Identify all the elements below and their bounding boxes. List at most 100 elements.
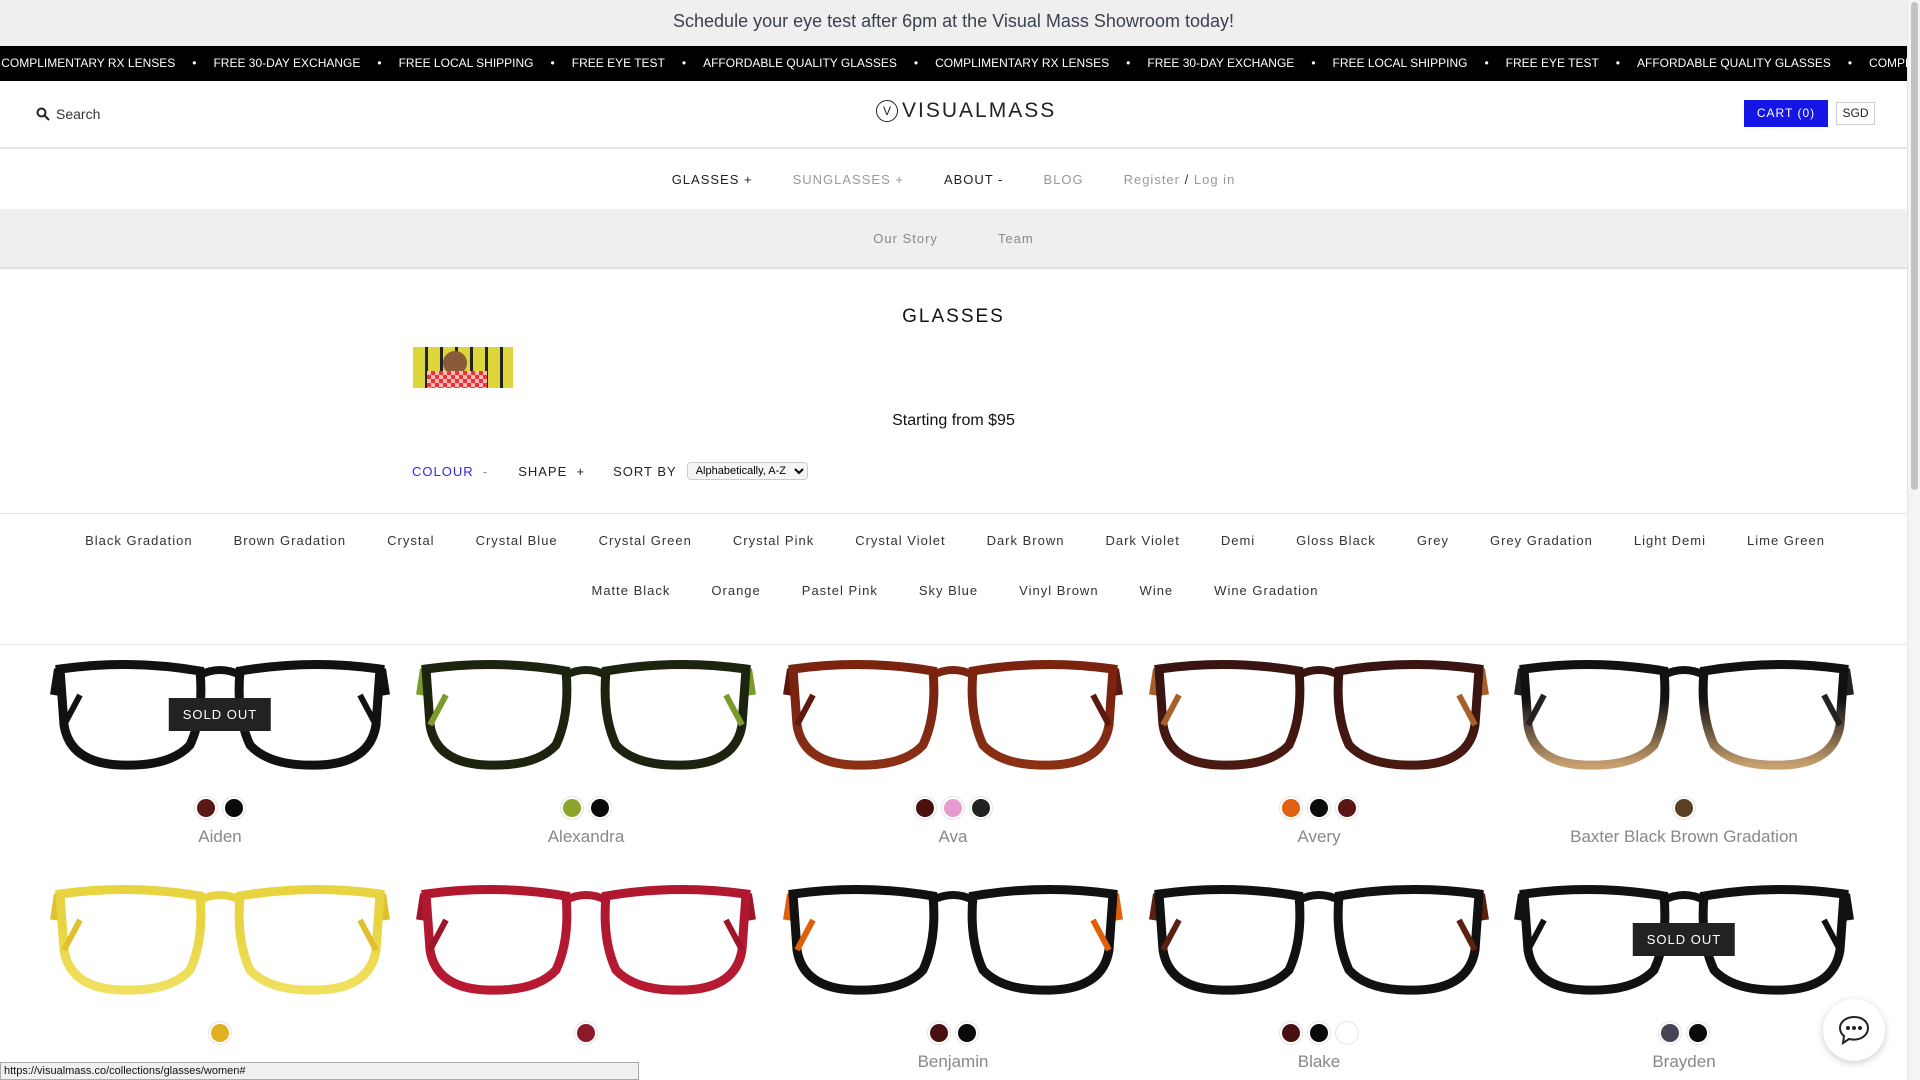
chat-button[interactable] xyxy=(1823,999,1885,1061)
product-card[interactable]: Baxter Black Brown Gradation xyxy=(1501,655,1867,847)
nav-sunglasses[interactable]: SUNGLASSES + xyxy=(793,172,904,187)
colour-option[interactable]: Wine xyxy=(1140,580,1174,602)
ticker-item: FREE EYE TEST xyxy=(1505,56,1599,70)
colour-swatch[interactable] xyxy=(589,797,611,819)
product-card[interactable]: Benjamin xyxy=(770,880,1136,1072)
swatch-list xyxy=(1501,797,1867,819)
subnav-team[interactable]: Team xyxy=(998,231,1034,246)
colour-swatch[interactable] xyxy=(970,797,992,819)
nav-about[interactable]: ABOUT - xyxy=(944,172,1004,187)
colour-swatch[interactable] xyxy=(956,1022,978,1044)
glasses-image[interactable] xyxy=(1149,655,1489,773)
product-card[interactable]: Alexandra xyxy=(403,655,769,847)
colour-swatch[interactable] xyxy=(575,1022,597,1044)
colour-option[interactable]: Lime Green xyxy=(1747,530,1825,552)
scrollbar-thumb[interactable] xyxy=(1911,2,1918,490)
glasses-image[interactable] xyxy=(416,880,756,998)
sort-select[interactable]: Alphabetically, A-Z xyxy=(686,462,808,480)
product-card[interactable] xyxy=(37,880,403,1052)
shape-label: SHAPE xyxy=(518,463,568,479)
colour-swatch[interactable] xyxy=(1280,1022,1302,1044)
colour-swatch[interactable] xyxy=(1687,1022,1709,1044)
colour-option[interactable]: Dark Brown xyxy=(987,530,1065,552)
product-name[interactable]: Alexandra xyxy=(403,827,769,847)
register-link[interactable]: Register xyxy=(1124,172,1180,187)
colour-option[interactable]: Grey Gradation xyxy=(1490,530,1593,552)
colour-option[interactable]: Vinyl Brown xyxy=(1019,580,1098,602)
colour-swatch[interactable] xyxy=(223,797,245,819)
product-name[interactable]: Blake xyxy=(1136,1052,1502,1072)
colour-option[interactable]: Pastel Pink xyxy=(802,580,878,602)
glasses-image[interactable] xyxy=(1149,880,1489,998)
colour-option[interactable]: Grey xyxy=(1417,530,1449,552)
shape-filter[interactable]: SHAPE + xyxy=(518,464,585,479)
glasses-image[interactable] xyxy=(416,655,756,773)
colour-option[interactable]: Sky Blue xyxy=(919,580,978,602)
colour-swatch[interactable] xyxy=(1308,1022,1330,1044)
product-name[interactable]: Avery xyxy=(1136,827,1502,847)
swatch-list xyxy=(37,797,403,819)
product-card[interactable]: SOLD OUT Aiden xyxy=(37,655,403,847)
colour-swatch[interactable] xyxy=(195,797,217,819)
product-name[interactable]: Benjamin xyxy=(770,1052,1136,1072)
colour-option[interactable]: Crystal Blue xyxy=(476,530,558,552)
colour-option[interactable]: Crystal xyxy=(387,530,434,552)
product-name[interactable]: Aiden xyxy=(37,827,403,847)
product-card[interactable]: Ava xyxy=(770,655,1136,847)
swatch-list xyxy=(1136,1022,1502,1044)
currency-select[interactable]: SGD xyxy=(1836,102,1875,125)
logo-v-icon: V xyxy=(876,100,898,122)
colour-option[interactable]: Dark Violet xyxy=(1105,530,1179,552)
product-card[interactable]: Blake xyxy=(1136,880,1502,1072)
colour-toggle: - xyxy=(482,463,489,479)
product-card[interactable]: SOLD OUT Brayden xyxy=(1501,880,1867,1072)
login-link[interactable]: Log in xyxy=(1194,172,1235,187)
product-name[interactable]: Ava xyxy=(770,827,1136,847)
colour-swatch[interactable] xyxy=(209,1022,231,1044)
search-button[interactable]: Search xyxy=(36,106,100,122)
colour-swatch[interactable] xyxy=(1336,1022,1358,1044)
colour-option[interactable]: Demi xyxy=(1221,530,1255,552)
colour-swatch[interactable] xyxy=(1336,797,1358,819)
colour-swatch[interactable] xyxy=(1659,1022,1681,1044)
logo[interactable]: V VISUALMASS xyxy=(876,99,1056,123)
subnav-our-story[interactable]: Our Story xyxy=(873,231,938,246)
product-name[interactable]: Baxter Black Brown Gradation xyxy=(1501,827,1867,847)
product-card[interactable] xyxy=(403,880,769,1052)
colour-option[interactable]: Gloss Black xyxy=(1296,530,1376,552)
colour-swatch[interactable] xyxy=(561,797,583,819)
colour-option[interactable]: Wine Gradation xyxy=(1214,580,1318,602)
nav-blog[interactable]: BLOG xyxy=(1043,172,1083,187)
colour-option[interactable]: Brown Gradation xyxy=(234,530,347,552)
colour-filter[interactable]: COLOUR - xyxy=(412,464,488,479)
starting-price: Starting from $95 xyxy=(892,412,1015,429)
header: Search V VISUALMASS CART (0) SGD xyxy=(0,81,1907,149)
colour-swatch[interactable] xyxy=(942,797,964,819)
bullet: • xyxy=(681,56,687,70)
colour-option[interactable]: Crystal Green xyxy=(599,530,692,552)
glasses-image[interactable] xyxy=(783,880,1123,998)
bullet: • xyxy=(913,56,919,70)
product-card[interactable]: Avery xyxy=(1136,655,1502,847)
colour-option[interactable]: Light Demi xyxy=(1634,530,1706,552)
scrollbar[interactable] xyxy=(1907,0,1920,1080)
colour-option[interactable]: Black Gradation xyxy=(85,530,193,552)
separator: / xyxy=(1184,171,1190,187)
product-name[interactable]: Brayden xyxy=(1501,1052,1867,1072)
colour-swatch[interactable] xyxy=(914,797,936,819)
nav-glasses[interactable]: GLASSES + xyxy=(672,172,753,187)
colour-swatch[interactable] xyxy=(1673,797,1695,819)
colour-option[interactable]: Crystal Violet xyxy=(855,530,945,552)
colour-option[interactable]: Matte Black xyxy=(591,580,670,602)
cart-button[interactable]: CART (0) xyxy=(1744,100,1828,127)
glasses-image[interactable] xyxy=(50,880,390,998)
colour-swatch[interactable] xyxy=(1308,797,1330,819)
colour-option[interactable]: Orange xyxy=(711,580,760,602)
promo-banner[interactable]: Schedule your eye test after 6pm at the … xyxy=(0,0,1907,46)
colour-swatch[interactable] xyxy=(928,1022,950,1044)
glasses-image[interactable] xyxy=(783,655,1123,773)
colour-option[interactable]: Crystal Pink xyxy=(733,530,814,552)
glasses-image[interactable] xyxy=(1514,655,1854,773)
divider xyxy=(0,644,1907,645)
colour-swatch[interactable] xyxy=(1280,797,1302,819)
